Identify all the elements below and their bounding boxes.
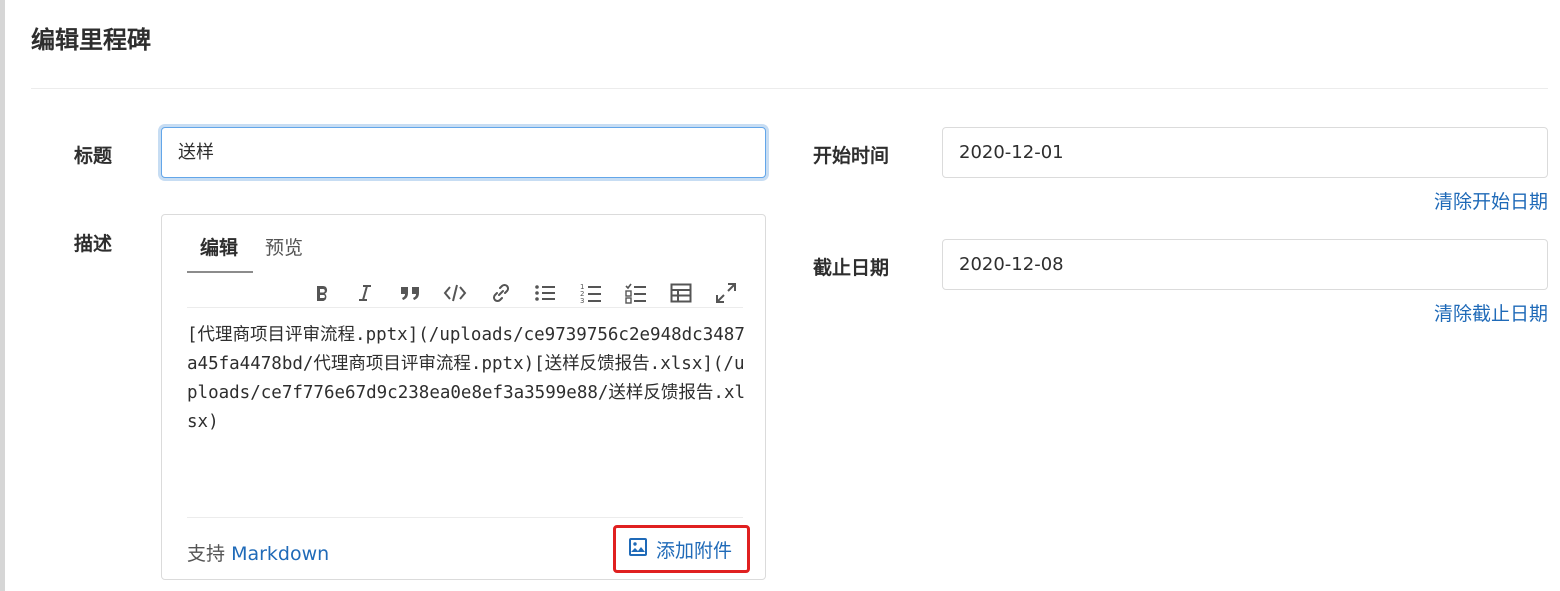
link-icon[interactable] (487, 279, 515, 307)
active-tab-underline (187, 271, 253, 273)
start-date-input[interactable]: 2020-12-01 (942, 127, 1548, 178)
markdown-support-prefix: 支持 (187, 543, 226, 565)
add-attachment-label: 添加附件 (656, 539, 733, 562)
header-divider (31, 88, 1548, 89)
table-icon[interactable] (667, 279, 695, 307)
page-title: 编辑里程碑 (31, 26, 151, 54)
fullscreen-icon[interactable] (712, 279, 740, 307)
markdown-support-note: 支持 Markdown (187, 539, 329, 566)
bold-icon[interactable] (308, 279, 336, 307)
image-icon (628, 537, 648, 562)
numbered-list-icon[interactable]: 123 (577, 279, 605, 307)
tab-edit[interactable]: 编辑 (200, 233, 238, 260)
task-list-icon[interactable] (622, 279, 650, 307)
code-icon[interactable] (441, 279, 469, 307)
clear-due-date-link[interactable]: 清除截止日期 (1434, 299, 1548, 326)
bullet-list-icon[interactable] (531, 279, 559, 307)
description-textarea[interactable]: [代理商项目评审流程.pptx](/uploads/ce9739756c2e94… (187, 321, 747, 437)
start-date-label: 开始时间 (813, 145, 890, 167)
clear-start-date-link[interactable]: 清除开始日期 (1434, 187, 1548, 214)
tab-preview[interactable]: 预览 (265, 233, 303, 260)
editor-toolbar: 123 (162, 279, 765, 309)
title-input[interactable]: 送样 (161, 127, 766, 178)
add-attachment-button[interactable]: 添加附件 (613, 525, 750, 573)
markdown-link[interactable]: Markdown (231, 543, 329, 565)
quote-icon[interactable] (396, 279, 424, 307)
editor-footer-divider (187, 517, 743, 518)
description-editor: 编辑 预览 123 [代理商项目评审流程.pptx](/uploads/ce97… (161, 214, 766, 580)
left-edge-rule (0, 0, 5, 591)
italic-icon[interactable] (351, 279, 379, 307)
due-date-label: 截止日期 (813, 257, 890, 279)
description-label: 描述 (74, 233, 113, 255)
title-label: 标题 (74, 145, 113, 167)
toolbar-divider (187, 307, 743, 308)
due-date-input[interactable]: 2020-12-08 (942, 239, 1548, 290)
svg-text:3: 3 (580, 297, 584, 304)
